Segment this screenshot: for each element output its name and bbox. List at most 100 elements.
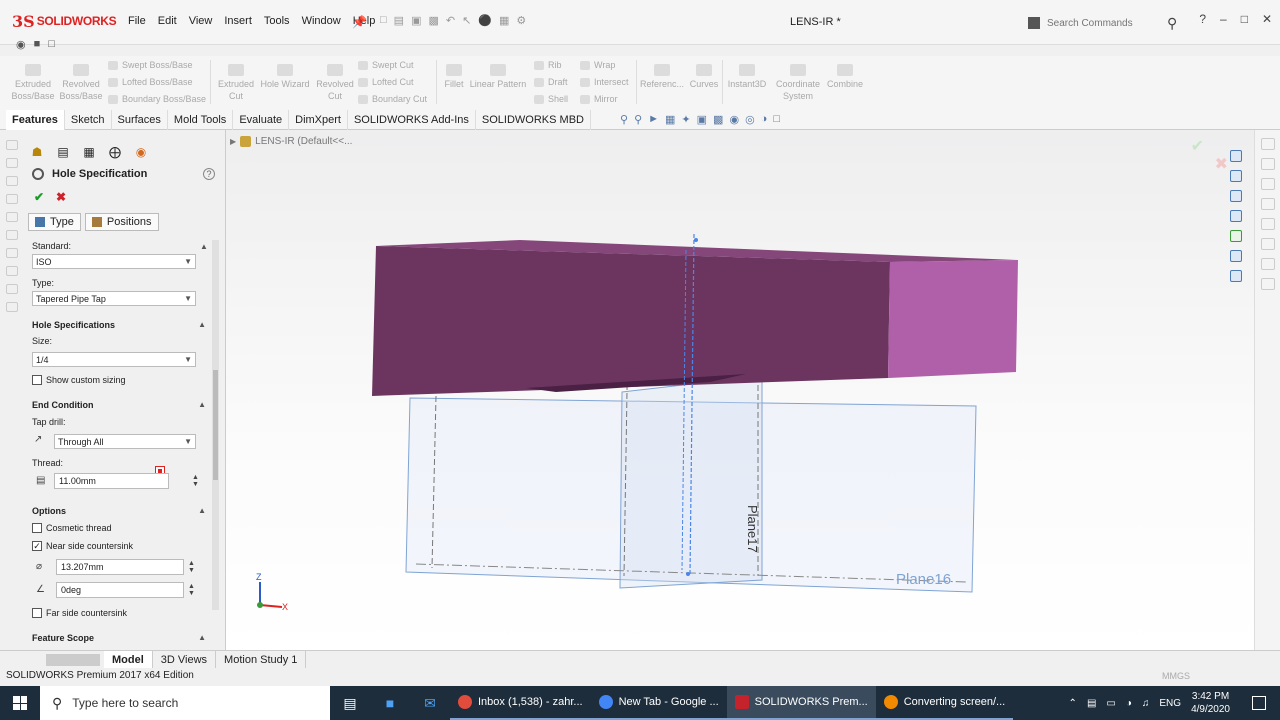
3d-box-icon[interactable]: [1230, 170, 1242, 182]
section-view-icon[interactable]: ▦: [665, 113, 675, 126]
action-center-icon[interactable]: [1252, 696, 1266, 710]
strip-icon[interactable]: [6, 194, 18, 204]
strip-icon[interactable]: [6, 212, 18, 222]
mirror-button[interactable]: Mirror: [580, 94, 618, 104]
taskbar-app-chrome[interactable]: New Tab - Google ...: [590, 686, 727, 720]
taskbar-app-solidworks[interactable]: SOLIDWORKS Prem...: [726, 686, 876, 720]
menu-insert[interactable]: Insert: [218, 15, 258, 27]
task-pane-icon[interactable]: [1260, 218, 1275, 230]
tab-type[interactable]: Type: [28, 213, 81, 231]
tab-features[interactable]: Features: [6, 109, 65, 130]
tab-model[interactable]: Model: [104, 650, 153, 669]
standard-select[interactable]: ISO ▼: [32, 254, 196, 269]
combine-button[interactable]: Combine: [822, 64, 868, 90]
minimize-icon[interactable]: –: [1220, 12, 1227, 26]
file-properties-icon[interactable]: ▦: [499, 14, 509, 27]
boundary-cut-button[interactable]: Boundary Cut: [358, 94, 427, 104]
checkbox[interactable]: [32, 523, 42, 533]
checkbox[interactable]: [32, 375, 42, 385]
network-icon[interactable]: ▤: [1087, 698, 1096, 709]
countersink-angle-input[interactable]: 0deg: [56, 582, 184, 598]
start-button[interactable]: [0, 686, 40, 720]
task-pane-icon[interactable]: [1260, 258, 1275, 270]
battery-icon[interactable]: ▭: [1106, 698, 1115, 709]
tap-drill-select[interactable]: Through All ▼: [54, 434, 196, 449]
display-manager-icon[interactable]: ◉: [132, 144, 150, 160]
tab-motion-study[interactable]: Motion Study 1: [216, 650, 307, 669]
show-custom-sizing-checkbox[interactable]: Show custom sizing: [32, 375, 126, 385]
search-input[interactable]: [1047, 17, 1167, 29]
zoom-area-icon[interactable]: ⚲: [634, 113, 642, 126]
stepper-arrows-icon[interactable]: ▲ ▼: [192, 474, 199, 488]
collapse-icon[interactable]: ▲: [200, 242, 208, 251]
task-pane-icon[interactable]: [1260, 238, 1275, 250]
save-icon[interactable]: ▣: [411, 14, 421, 27]
boundary-boss-button[interactable]: Boundary Boss/Base: [108, 94, 206, 104]
settings-icon[interactable]: ■: [34, 38, 41, 51]
revolved-cut-button[interactable]: Revolved Cut: [312, 64, 358, 102]
strip-icon[interactable]: [6, 284, 18, 294]
revolved-boss-button[interactable]: Revolved Boss/Base: [56, 64, 106, 102]
window-icon[interactable]: □: [48, 38, 55, 51]
forum-icon[interactable]: [1230, 270, 1242, 282]
options-gear-icon[interactable]: ⚙: [516, 14, 526, 27]
checkbox-checked[interactable]: ✓: [32, 541, 42, 551]
view-settings-icon[interactable]: □: [773, 113, 780, 126]
taskbar-app-vlc[interactable]: Converting screen/...: [875, 686, 1014, 720]
wifi-icon[interactable]: ◑: [1126, 698, 1132, 709]
curves-button[interactable]: Curves: [686, 64, 722, 90]
strip-icon[interactable]: [6, 158, 18, 168]
maximize-icon[interactable]: □: [1241, 12, 1248, 26]
tab-addins[interactable]: SOLIDWORKS Add-Ins: [348, 109, 476, 130]
coordinate-system-button[interactable]: Coordinate System: [774, 64, 822, 102]
swept-cut-button[interactable]: Swept Cut: [358, 60, 414, 70]
strip-icon[interactable]: [6, 248, 18, 258]
strip-icon[interactable]: [6, 176, 18, 186]
lofted-boss-button[interactable]: Lofted Boss/Base: [108, 77, 193, 87]
far-side-countersink-checkbox[interactable]: Far side countersink: [32, 608, 127, 618]
plane16-label[interactable]: Plane16: [896, 571, 951, 588]
menu-tools[interactable]: Tools: [258, 15, 296, 27]
stepper-arrows-icon[interactable]: ▲ ▼: [188, 583, 195, 597]
options-group[interactable]: Options ▲: [32, 506, 206, 516]
undo-icon[interactable]: ↶: [446, 14, 455, 27]
appearance-icon[interactable]: [1230, 230, 1242, 242]
select-icon[interactable]: ↖: [462, 14, 471, 27]
tab-3d-views[interactable]: 3D Views: [153, 650, 217, 669]
reference-geometry-button[interactable]: Referenc...: [638, 64, 686, 90]
dynamic-annotation-icon[interactable]: ✦: [681, 113, 690, 126]
help-icon[interactable]: ?: [203, 168, 215, 180]
zoom-fit-icon[interactable]: ⚲: [620, 113, 628, 126]
property-manager-icon[interactable]: ▤: [54, 144, 72, 160]
pm-scrollbar[interactable]: [212, 240, 219, 610]
task-pane-icon[interactable]: [1260, 178, 1275, 190]
strip-icon[interactable]: [6, 302, 18, 312]
configuration-manager-icon[interactable]: ▦: [80, 144, 98, 160]
camera-icon[interactable]: ◉: [16, 38, 26, 51]
draft-button[interactable]: Draft: [534, 77, 568, 87]
help-icon[interactable]: ?: [1199, 12, 1206, 26]
menu-view[interactable]: View: [183, 15, 219, 27]
strip-icon[interactable]: [6, 230, 18, 240]
tab-dimxpert[interactable]: DimXpert: [289, 109, 348, 130]
dimxpert-manager-icon[interactable]: ⨁: [106, 144, 124, 160]
strip-icon[interactable]: [6, 140, 18, 150]
tab-mbd[interactable]: SOLIDWORKS MBD: [476, 109, 591, 130]
stepper-arrows-icon[interactable]: ▲ ▼: [188, 560, 195, 574]
chevron-up-icon[interactable]: ⌃: [1069, 698, 1077, 709]
ok-check-icon[interactable]: ✔: [34, 190, 44, 204]
task-pane-icon[interactable]: [1260, 278, 1275, 290]
size-select[interactable]: 1/4 ▼: [32, 352, 196, 367]
type-select[interactable]: Tapered Pipe Tap ▼: [32, 291, 196, 306]
task-pane-icon[interactable]: [1260, 158, 1275, 170]
graphics-area[interactable]: ▶ LENS-IR (Default<<... ✔ ✖ Plane16 Plan…: [226, 130, 1254, 650]
task-pane-icon[interactable]: [1260, 138, 1275, 150]
hole-wizard-button[interactable]: Hole Wizard: [258, 64, 312, 90]
menu-edit[interactable]: Edit: [152, 15, 183, 27]
tab-surfaces[interactable]: Surfaces: [112, 109, 168, 130]
folder-icon[interactable]: [1230, 190, 1242, 202]
intersect-button[interactable]: Intersect: [580, 77, 629, 87]
file-explorer-icon[interactable]: ■: [370, 686, 410, 720]
near-side-countersink-checkbox[interactable]: ✓ Near side countersink: [32, 541, 133, 551]
search-commands[interactable]: ⚲: [1028, 14, 1188, 32]
